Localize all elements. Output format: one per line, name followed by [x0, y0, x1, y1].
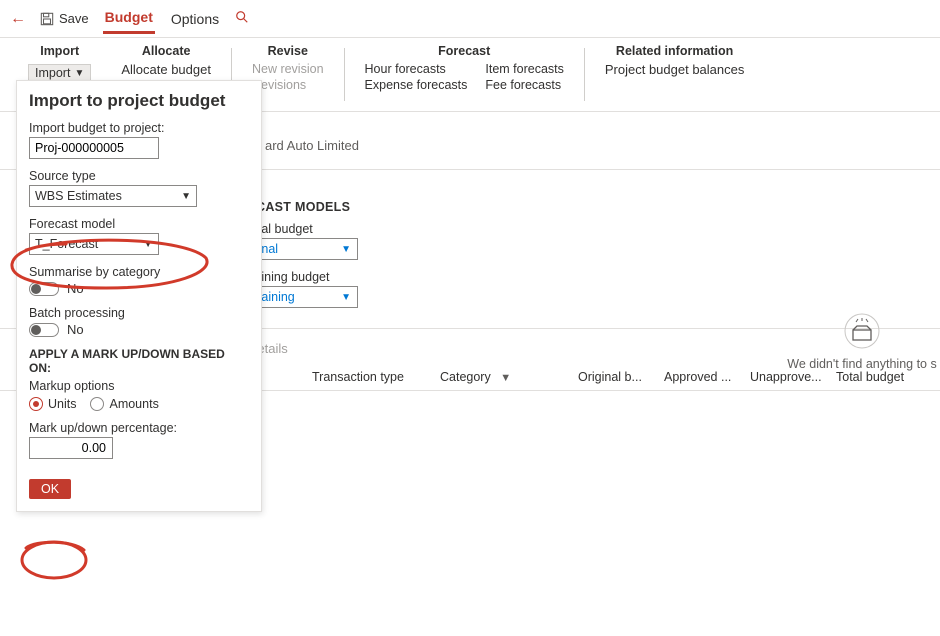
source-type-select[interactable]: WBS Estimates ▼ [29, 185, 197, 207]
save-button[interactable]: Save [40, 11, 89, 26]
col-category-label: Category [440, 370, 491, 384]
search-icon[interactable] [235, 10, 249, 27]
ribbon-title-allocate: Allocate [121, 44, 211, 58]
markup-heading: APPLY A MARK UP/DOWN BASED ON: [29, 347, 249, 375]
chevron-down-icon: ▼ [341, 244, 351, 255]
expense-forecasts-link[interactable]: Expense forecasts [365, 78, 468, 92]
original-budget-label: Original budget [228, 222, 940, 236]
chevron-down-icon: ▼ [341, 292, 351, 303]
ribbon-separator [584, 48, 585, 101]
project-id-input[interactable] [29, 137, 159, 159]
summarise-value: No [67, 281, 84, 296]
col-unapproved[interactable]: Unapprove... [750, 370, 828, 384]
import-panel: Import to project budget Import budget t… [16, 80, 262, 512]
filter-icon[interactable]: ▼ [500, 372, 511, 384]
radio-amounts-label: Amounts [109, 397, 158, 411]
ribbon-group-related: Related information Project budget balan… [595, 44, 754, 111]
forecast-model-value: T_Forecast [35, 237, 98, 251]
radio-units[interactable]: Units [29, 397, 76, 411]
radio-units-label: Units [48, 397, 76, 411]
col-total[interactable]: Total budget [836, 370, 926, 384]
fee-forecasts-link[interactable]: Fee forecasts [485, 78, 564, 92]
summarise-label: Summarise by category [29, 265, 249, 279]
top-toolbar: ← Save Budget Options [0, 0, 940, 38]
ribbon-title-related: Related information [605, 44, 744, 58]
project-name-fragment: ard Auto Limited [265, 138, 359, 153]
empty-box-icon [842, 313, 882, 349]
remaining-budget-label: Remaining budget [228, 270, 940, 284]
ribbon-title-revise: Revise [252, 44, 324, 58]
back-button[interactable]: ← [10, 10, 26, 28]
chevron-down-icon: ▼ [74, 68, 84, 79]
import-to-label: Import budget to project: [29, 121, 249, 135]
ribbon-title-forecast: Forecast [365, 44, 564, 58]
chevron-down-icon: ▼ [181, 191, 191, 202]
annotation-ok-circle [16, 538, 94, 584]
tab-options[interactable]: Options [169, 5, 221, 33]
save-icon [40, 12, 54, 26]
col-original[interactable]: Original b... [578, 370, 656, 384]
col-transaction-type[interactable]: Transaction type [312, 370, 432, 384]
chevron-down-icon: ▼ [143, 239, 153, 250]
col-approved[interactable]: Approved ... [664, 370, 742, 384]
percent-label: Mark up/down percentage: [29, 421, 249, 435]
allocate-budget-link[interactable]: Allocate budget [121, 62, 211, 77]
forecast-model-label: Forecast model [29, 217, 249, 231]
summarise-toggle[interactable] [29, 282, 59, 296]
source-type-value: WBS Estimates [35, 189, 122, 203]
batch-toggle[interactable] [29, 323, 59, 337]
col-category[interactable]: Category ▼ [440, 370, 570, 384]
forecast-model-select[interactable]: T_Forecast ▼ [29, 233, 159, 255]
save-label: Save [59, 11, 89, 26]
source-type-label: Source type [29, 169, 249, 183]
hour-forecasts-link[interactable]: Hour forecasts [365, 62, 468, 76]
tab-budget[interactable]: Budget [103, 3, 155, 34]
ok-button[interactable]: OK [29, 479, 71, 499]
empty-state-text: We didn't find anything to s [782, 357, 940, 371]
batch-label: Batch processing [29, 306, 249, 320]
forecast-models-heading: ORECAST MODELS [228, 200, 940, 214]
ribbon-title-import: Import [28, 44, 91, 58]
new-revision-link[interactable]: New revision [252, 62, 324, 76]
batch-value: No [67, 322, 84, 337]
item-forecasts-link[interactable]: Item forecasts [485, 62, 564, 76]
project-budget-balances-link[interactable]: Project budget balances [605, 62, 744, 77]
revisions-link[interactable]: Revisions [252, 78, 324, 92]
percent-input[interactable] [29, 437, 113, 459]
ribbon-separator [344, 48, 345, 101]
markup-options-label: Markup options [29, 379, 249, 393]
import-chip-label: Import [35, 66, 70, 80]
ribbon-group-forecast: Forecast Hour forecasts Expense forecast… [355, 44, 574, 111]
empty-state: We didn't find anything to s [782, 313, 940, 371]
panel-title: Import to project budget [29, 91, 249, 111]
radio-amounts[interactable]: Amounts [90, 397, 158, 411]
